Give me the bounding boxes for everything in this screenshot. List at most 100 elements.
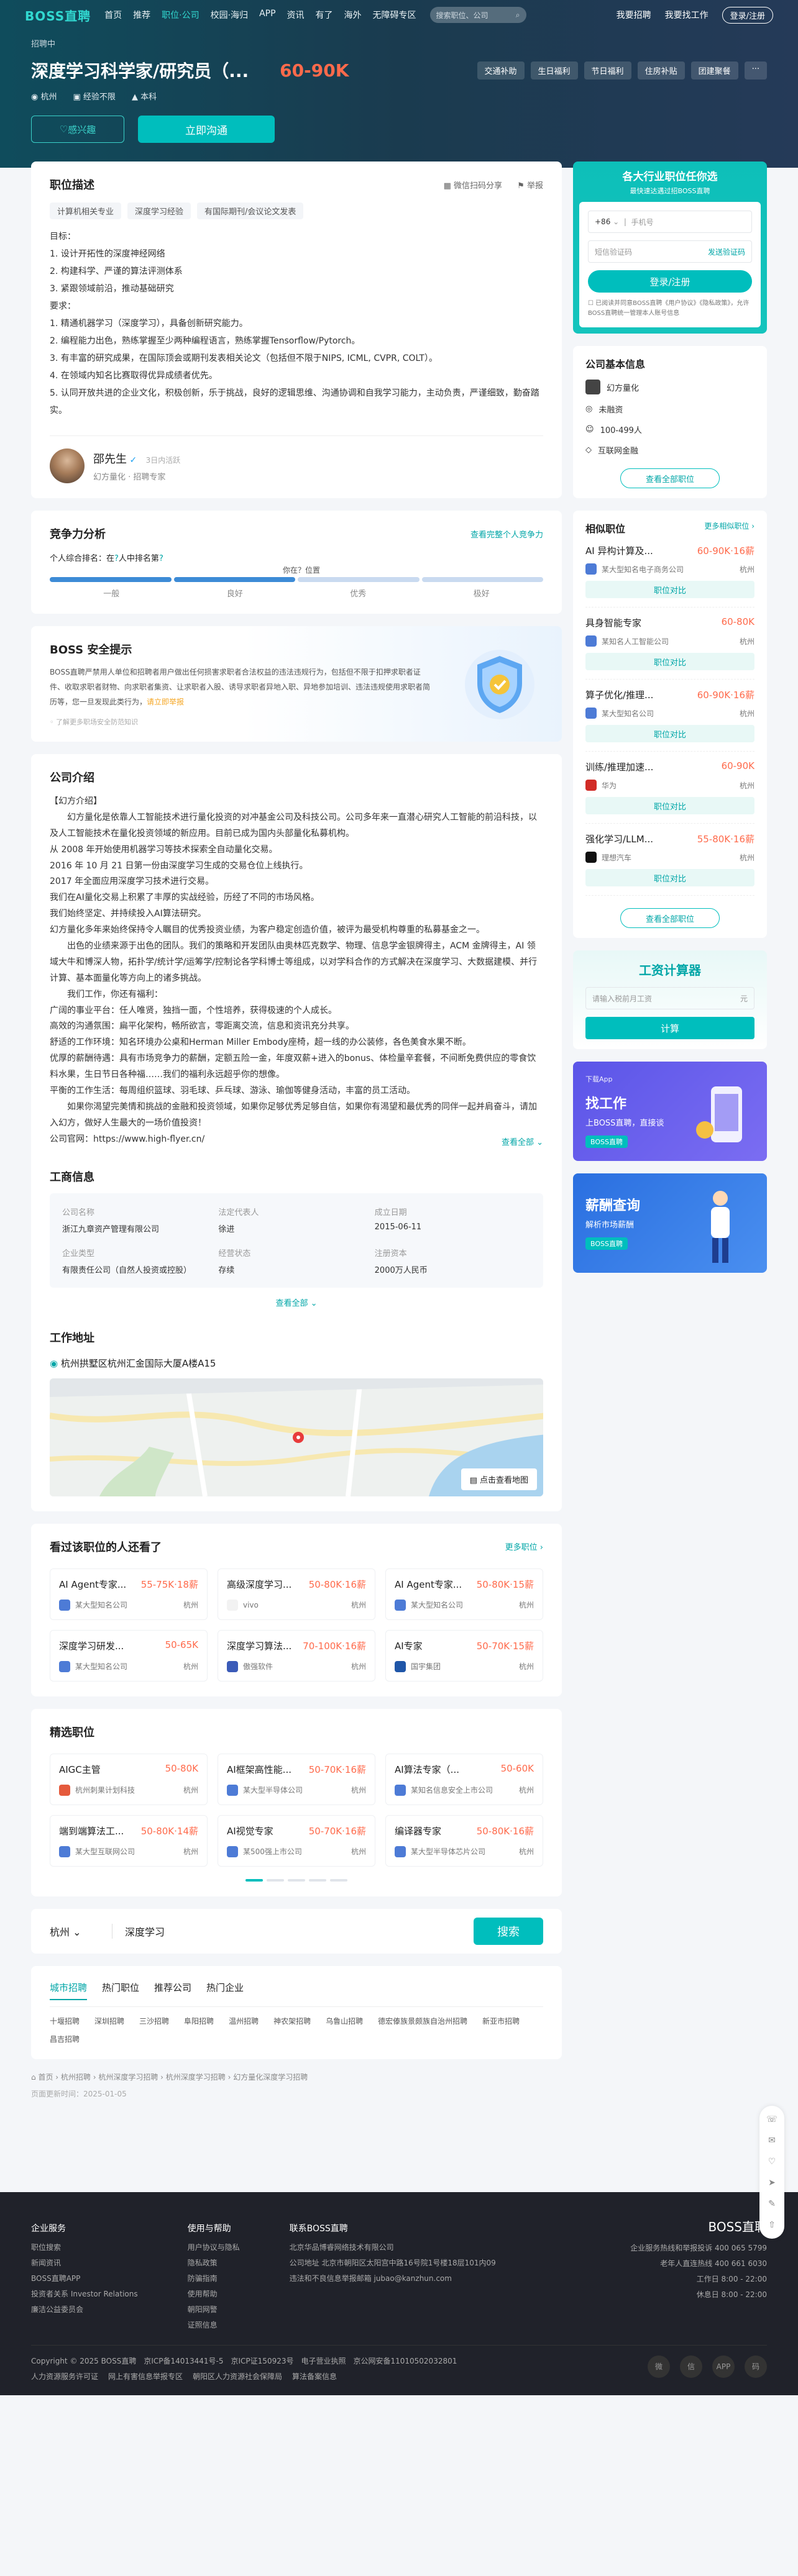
nav-findjob[interactable]: 我要找工作	[665, 9, 709, 21]
similar-job[interactable]: 具身智能专家 60-80K 某知名人工智能公司 杭州 职位对比	[585, 608, 754, 680]
welfare-more-button[interactable]: ···	[744, 61, 767, 80]
chat-button[interactable]: 立即沟通	[138, 116, 275, 143]
nav-recommend[interactable]: 推荐	[133, 9, 150, 21]
tab-enterprises[interactable]: 热门企业	[206, 1981, 244, 2000]
back-top-icon[interactable]: ⇧	[768, 2220, 776, 2230]
company-name[interactable]: 幻方量化	[585, 380, 754, 394]
share-icon[interactable]: ➤	[768, 2178, 776, 2188]
city-link[interactable]: 深圳招聘	[94, 2016, 124, 2026]
wechat-icon[interactable]: 信	[680, 2355, 702, 2378]
app-icon[interactable]: APP	[712, 2355, 735, 2378]
job-card[interactable]: 高级深度学习... 50-80K·16薪 vivo 杭州	[218, 1568, 375, 1620]
sms-input[interactable]: 短信验证码 发送验证码	[588, 240, 752, 263]
more-similar-link[interactable]: 更多相似职位 ›	[704, 521, 754, 535]
footer-link[interactable]: 隐私政策	[188, 2257, 240, 2268]
similar-job[interactable]: 强化学习/LLM... 55-80K·16薪 理想汽车 杭州 职位对比	[585, 824, 754, 896]
job-card[interactable]: 编译器专家 50-80K·16薪 某大型半导体芯片公司 杭州	[385, 1814, 543, 1867]
similar-job[interactable]: AI 异构计算及... 60-90K·16薪 某大型知名电子商务公司 杭州 职位对比	[585, 535, 754, 608]
full-competition-link[interactable]: 查看完整个人竞争力	[470, 528, 543, 540]
city-link[interactable]: 神农架招聘	[273, 2016, 311, 2026]
job-card[interactable]: 深度学习研发... 50-65K 某大型知名公司 杭州	[50, 1629, 208, 1682]
more-jobs-link[interactable]: 更多职位 ›	[505, 1541, 543, 1552]
tab-companies[interactable]: 推荐公司	[154, 1981, 191, 2000]
qr-icon[interactable]: 码	[745, 2355, 767, 2378]
nav-news[interactable]: 资讯	[287, 9, 305, 21]
report-link[interactable]: 请立即举报	[147, 698, 184, 706]
tab-hot-jobs[interactable]: 热门职位	[102, 1981, 139, 2000]
app-banner[interactable]: 下载App 找工作 上BOSS直聘，直接谈 BOSS直聘	[573, 1062, 767, 1161]
feedback-icon[interactable]: ✎	[768, 2199, 776, 2209]
city-link[interactable]: 德宏傣族景颇族自治州招聘	[378, 2016, 467, 2026]
login-button[interactable]: 登录/注册	[722, 6, 773, 24]
compare-button[interactable]: 职位对比	[585, 797, 754, 814]
agreement[interactable]: ☐ 已阅读并同意BOSS直聘《用户协议》《隐私政策》，允许BOSS直聘统一管理本…	[588, 299, 752, 319]
city-link[interactable]: 乌鲁山招聘	[326, 2016, 363, 2026]
all-similar-button[interactable]: 查看全部职位	[620, 908, 720, 928]
weibo-icon[interactable]: 微	[648, 2355, 670, 2378]
nav-overseas[interactable]: 海外	[344, 9, 362, 21]
business-more-link[interactable]: 查看全部 ⌄	[50, 1296, 543, 1308]
wechat-share-button[interactable]: ▦ 微信扫码分享	[444, 181, 502, 191]
like-icon[interactable]: ♡	[768, 2157, 776, 2167]
carousel-dots[interactable]	[50, 1878, 543, 1882]
chat-icon[interactable]: ✉	[768, 2136, 776, 2146]
job-card[interactable]: AI视觉专家 50-70K·16薪 某500强上市公司 杭州	[218, 1814, 375, 1867]
footer-link[interactable]: 北京华品博睿网络技术有限公司	[290, 2242, 496, 2252]
city-link[interactable]: 阜阳招聘	[184, 2016, 214, 2026]
footer-link[interactable]: 防骗指南	[188, 2273, 240, 2283]
phone-input[interactable]: +86 ⌄ | 手机号	[588, 211, 752, 233]
job-card[interactable]: AIGC主管 50-80K 杭州刺果计划科技 杭州	[50, 1753, 208, 1805]
logo[interactable]: BOSS直聘	[25, 6, 91, 24]
job-card[interactable]: 深度学习算法... 70-100K·16薪 傲强软件 杭州	[218, 1629, 375, 1682]
city-link[interactable]: 昌吉招聘	[50, 2034, 80, 2044]
salary-banner[interactable]: 薪酬查询 解析市场薪酬 BOSS直聘	[573, 1173, 767, 1273]
footer-link[interactable]: 职位搜索	[31, 2242, 138, 2252]
similar-job[interactable]: 算子优化/推理... 60-90K·16薪 某大型知名公司 杭州 职位对比	[585, 680, 754, 752]
job-card[interactable]: AI Agent专家... 50-80K·15薪 某大型知名公司 杭州	[385, 1568, 543, 1620]
calc-button[interactable]: 计算	[585, 1017, 754, 1039]
city-link[interactable]: 十堰招聘	[50, 2016, 80, 2026]
search-keyword-input[interactable]: 深度学习	[112, 1923, 474, 1939]
compare-button[interactable]: 职位对比	[585, 581, 754, 598]
city-link[interactable]: 新亚市招聘	[482, 2016, 520, 2026]
footer-link[interactable]: 违法和不良信息举报邮箱 jubao@kanzhun.com	[290, 2273, 496, 2283]
search-city-select[interactable]: 杭州 ⌄	[50, 1924, 112, 1939]
map[interactable]: ▤ 点击查看地图	[50, 1378, 543, 1496]
recruiter[interactable]: 邵先生 ✓ 3日内活跃 幻方量化 · 招聘专家	[50, 435, 543, 483]
send-code-button[interactable]: 发送验证码	[708, 247, 745, 257]
nav-youle[interactable]: 有了	[316, 9, 333, 21]
view-map-button[interactable]: ▤ 点击查看地图	[461, 1468, 537, 1490]
nav-jobs[interactable]: 职位·公司	[162, 9, 199, 21]
nav-accessibility[interactable]: 无障碍专区	[373, 9, 416, 21]
footer-link[interactable]: 公司地址 北京市朝阳区太阳宫中路16号院1号楼18层101内09	[290, 2257, 496, 2268]
all-jobs-button[interactable]: 查看全部职位	[620, 468, 720, 488]
interest-button[interactable]: ♡ 感兴趣	[31, 116, 124, 143]
login-submit-button[interactable]: 登录/注册	[588, 270, 752, 293]
footer-link[interactable]: BOSS直聘APP	[31, 2273, 138, 2283]
job-card[interactable]: 端到端算法工... 50-80K·14薪 某大型互联网公司 杭州	[50, 1814, 208, 1867]
search-button[interactable]: 搜索	[474, 1917, 543, 1945]
job-card[interactable]: AI Agent专家... 55-75K·18薪 某大型知名公司 杭州	[50, 1568, 208, 1620]
compare-button[interactable]: 职位对比	[585, 653, 754, 670]
compare-button[interactable]: 职位对比	[585, 725, 754, 742]
search-icon[interactable]: ⌕	[516, 11, 520, 20]
salary-input[interactable]: 请输入税前月工资元	[585, 987, 754, 1009]
footer-link[interactable]: 使用帮助	[188, 2288, 240, 2299]
job-card[interactable]: AI算法专家（... 50-60K 某知名信息安全上市公司 杭州	[385, 1753, 543, 1805]
customer-service-icon[interactable]: ☏	[766, 2114, 777, 2124]
footer-link[interactable]: 用户协议与隐私	[188, 2242, 240, 2252]
footer-link[interactable]: 新闻资讯	[31, 2257, 138, 2268]
job-card[interactable]: AI框架高性能... 50-70K·16薪 某大型半导体公司 杭州	[218, 1753, 375, 1805]
nav-recruit[interactable]: 我要招聘	[617, 9, 651, 21]
city-link[interactable]: 三沙招聘	[139, 2016, 169, 2026]
city-link[interactable]: 温州招聘	[229, 2016, 259, 2026]
job-card[interactable]: AI专家 50-70K·15薪 国宇集团 杭州	[385, 1629, 543, 1682]
footer-link[interactable]: 投资者关系 Investor Relations	[31, 2288, 138, 2299]
report-button[interactable]: ⚑ 举报	[517, 181, 543, 191]
tab-city[interactable]: 城市招聘	[50, 1981, 88, 2000]
nav-campus[interactable]: 校园·海归	[211, 9, 248, 21]
nav-app[interactable]: APP	[259, 9, 275, 21]
nav-home[interactable]: 首页	[104, 9, 122, 21]
footer-link[interactable]: 证照信息	[188, 2319, 240, 2330]
footer-link[interactable]: 朝阳网警	[188, 2304, 240, 2314]
